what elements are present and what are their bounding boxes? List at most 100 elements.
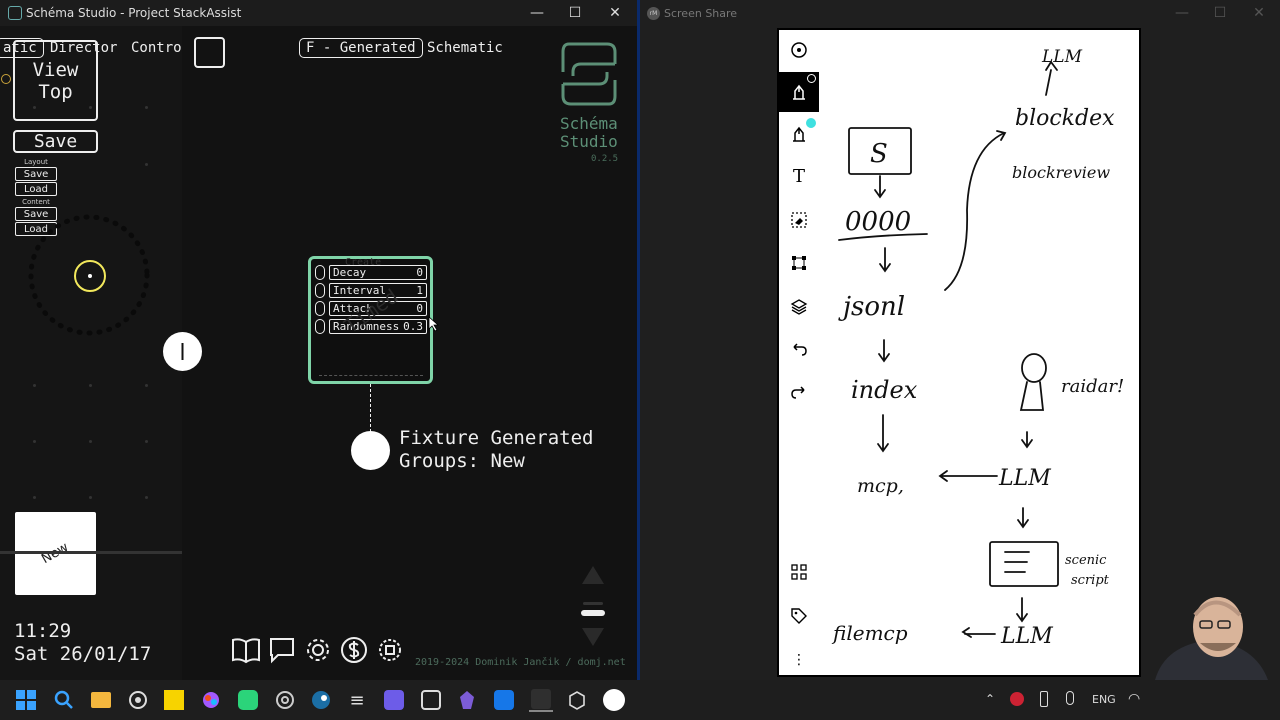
schema-studio-window: Schéma Studio - Project StackAssist — ☐ … bbox=[0, 0, 637, 680]
tray-wifi-icon[interactable]: ◠ bbox=[1128, 691, 1140, 707]
cursor-highlight-icon bbox=[74, 260, 106, 292]
window-title: Schéma Studio - Project StackAssist bbox=[26, 6, 242, 20]
window-titlebar[interactable]: rM Screen Share — ☐ ✕ bbox=[640, 0, 1280, 26]
advanced-settings-icon[interactable] bbox=[376, 636, 404, 664]
eraser-tool[interactable] bbox=[779, 200, 819, 240]
grid-icon bbox=[791, 564, 807, 580]
highlighter-tool[interactable] bbox=[779, 114, 819, 154]
fixture-node-circle[interactable] bbox=[162, 331, 203, 372]
square-toggle-button[interactable] bbox=[194, 37, 225, 68]
maximize-button[interactable]: ☐ bbox=[1200, 0, 1240, 26]
tray-mic-icon[interactable] bbox=[1066, 691, 1074, 705]
book-icon[interactable] bbox=[231, 636, 261, 664]
chat-icon[interactable] bbox=[268, 636, 296, 664]
sketch-llm-top: LLM bbox=[1041, 47, 1083, 67]
language-indicator[interactable]: ENG bbox=[1092, 693, 1116, 706]
tab-control[interactable]: Contro bbox=[131, 40, 182, 56]
notes-app-icon[interactable] bbox=[382, 688, 406, 712]
fixture-circle[interactable] bbox=[351, 431, 390, 470]
layout-save-button[interactable]: Save bbox=[15, 167, 57, 181]
tray-usb-icon[interactable] bbox=[1040, 691, 1048, 707]
mouse-pointer-icon bbox=[428, 316, 440, 332]
sticky-notes-icon[interactable] bbox=[162, 688, 186, 712]
sketch-filemcp: filemcp bbox=[831, 621, 908, 645]
layout-load-button[interactable]: Load bbox=[15, 182, 57, 196]
param-knob[interactable] bbox=[315, 283, 325, 298]
minimize-button[interactable]: — bbox=[517, 0, 557, 26]
sketch-zeros: 0000 bbox=[845, 207, 911, 237]
close-button[interactable]: ✕ bbox=[1239, 0, 1279, 26]
footer-credit: 2019-2024 Dominik Jančik / domj.net bbox=[415, 657, 626, 668]
box-icon[interactable] bbox=[565, 688, 589, 712]
undo-icon bbox=[793, 343, 807, 356]
status-indicator-icon bbox=[1, 74, 11, 84]
logo-name-line2: Studio bbox=[560, 132, 618, 151]
param-knob[interactable] bbox=[315, 265, 325, 280]
content-label: Content bbox=[22, 198, 50, 206]
minimize-button[interactable]: — bbox=[1162, 0, 1202, 26]
param-decay[interactable]: Decay 0 bbox=[329, 265, 427, 280]
grid-tool[interactable] bbox=[779, 552, 819, 592]
tag-icon bbox=[791, 608, 807, 624]
clock-date: Sat 26/01/17 bbox=[14, 643, 152, 665]
tray-record-icon[interactable] bbox=[1010, 692, 1024, 706]
obs-icon[interactable] bbox=[126, 688, 150, 712]
windows-start-icon[interactable] bbox=[14, 688, 38, 712]
taskbar: ≡ ⌃ ENG ◠ bbox=[0, 680, 1280, 720]
highlighter-color-dot bbox=[806, 118, 816, 128]
eraser-icon bbox=[791, 212, 807, 228]
sketch-strokes: LLM blockdex blockreview S 0000 jsonl in… bbox=[831, 47, 1124, 649]
gear-icon[interactable] bbox=[304, 636, 332, 664]
dollar-icon[interactable] bbox=[340, 636, 368, 664]
param-knob[interactable] bbox=[315, 301, 325, 316]
window-titlebar[interactable]: Schéma Studio - Project StackAssist — ☐ … bbox=[0, 0, 637, 26]
param-knob[interactable] bbox=[315, 319, 325, 334]
sketch-raidar: raidar! bbox=[1061, 376, 1124, 397]
drawing-canvas[interactable]: T ⋮ LLM blockdex blockreview S 0000 json… bbox=[777, 28, 1141, 677]
sketch-blockdex: blockdex bbox=[1015, 106, 1115, 131]
sync-icon[interactable] bbox=[236, 688, 260, 712]
select-tool[interactable] bbox=[779, 243, 819, 283]
param-value: 1 bbox=[416, 284, 423, 297]
left-panel-divider bbox=[0, 551, 182, 554]
selection-icon bbox=[792, 256, 806, 270]
pen-tool-active[interactable] bbox=[779, 72, 819, 112]
layers-icon bbox=[790, 299, 808, 315]
view-top-button[interactable]: View Top bbox=[13, 40, 98, 121]
menu-icon[interactable]: ≡ bbox=[345, 688, 369, 712]
terminal-icon[interactable] bbox=[419, 688, 443, 712]
undo-tool[interactable] bbox=[779, 330, 819, 370]
steam-icon[interactable] bbox=[309, 688, 333, 712]
logo-name-line1: Schéma bbox=[560, 114, 618, 133]
redo-icon bbox=[791, 386, 805, 399]
timed-node[interactable]: Create Decay 0 Interval 1 Attack 0 Randomne… bbox=[308, 256, 433, 384]
param-value: 0.3 bbox=[403, 320, 423, 333]
tray-chevron-icon[interactable]: ⌃ bbox=[985, 692, 995, 706]
schema-logo-icon bbox=[561, 42, 617, 106]
remarkable-icon[interactable] bbox=[602, 688, 626, 712]
pen-size-icon bbox=[807, 74, 816, 83]
param-row[interactable]: Decay 0 bbox=[315, 265, 427, 280]
more-tool[interactable]: ⋮ bbox=[779, 640, 819, 680]
sketch-llm-bottom: LLM bbox=[1000, 624, 1053, 649]
search-icon[interactable] bbox=[52, 688, 76, 712]
save-button[interactable]: Save bbox=[13, 130, 98, 153]
sketch-jsonl: jsonl bbox=[838, 292, 905, 322]
redo-tool[interactable] bbox=[779, 373, 819, 413]
editor-icon[interactable] bbox=[492, 688, 516, 712]
file-explorer-icon[interactable] bbox=[89, 688, 113, 712]
chromium-icon[interactable] bbox=[273, 688, 297, 712]
maximize-button[interactable]: ☐ bbox=[555, 0, 595, 26]
logo-version: 0.2.5 bbox=[591, 154, 619, 164]
text-tool[interactable]: T bbox=[779, 156, 819, 196]
layers-tool[interactable] bbox=[779, 287, 819, 327]
tab-f-generated[interactable]: F - Generated bbox=[299, 38, 423, 58]
tab-schematic[interactable]: Schematic bbox=[427, 40, 503, 56]
active-window-icon[interactable] bbox=[529, 688, 553, 712]
close-button[interactable]: ✕ bbox=[595, 0, 635, 26]
tag-tool[interactable] bbox=[779, 596, 819, 636]
menu-tool[interactable] bbox=[779, 30, 819, 70]
figma-icon[interactable] bbox=[199, 688, 223, 712]
obsidian-icon[interactable] bbox=[455, 688, 479, 712]
zoom-scroller[interactable] bbox=[580, 566, 606, 656]
